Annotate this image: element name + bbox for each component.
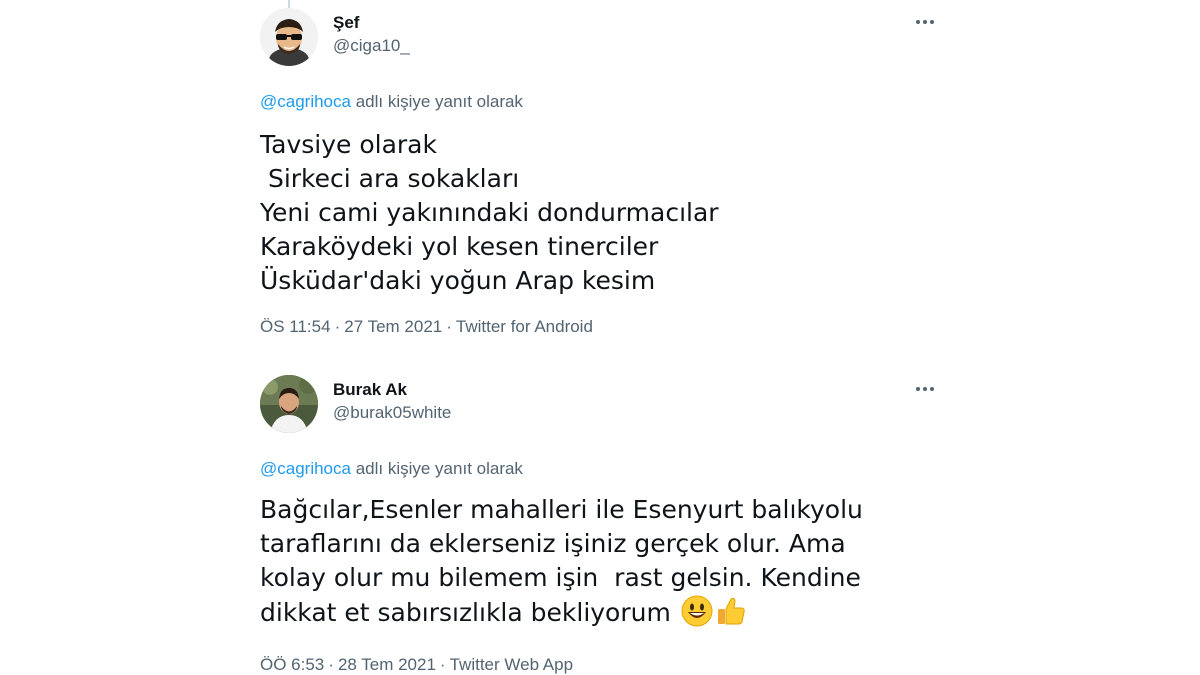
tweet-date[interactable]: 27 Tem 2021 — [344, 317, 442, 336]
avatar-sunglasses-cartoon-icon — [260, 8, 318, 66]
more-horizontal-icon — [916, 387, 920, 391]
meta-separator: · — [334, 317, 341, 336]
more-dot — [923, 20, 927, 24]
tweet-screenshot: Şef @ciga10_ @cagrihoca adlı kişiye yanı… — [0, 0, 1200, 675]
thread-connector-line — [288, 0, 290, 8]
tweet-text: Bağcılar,Esenler mahalleri ile Esenyurt … — [260, 495, 871, 627]
tweet-source[interactable]: Twitter for Android — [456, 317, 593, 336]
avatar[interactable] — [260, 8, 318, 66]
reply-mention-link[interactable]: @cagrihoca — [260, 92, 351, 111]
thumbs-up-icon — [717, 597, 745, 625]
tweet-card: Şef @ciga10_ @cagrihoca adlı kişiye yanı… — [260, 8, 950, 338]
reply-suffix-text: adlı kişiye yanıt olarak — [350, 459, 523, 478]
tweet-text: Tavsiye olarak Sirkeci ara sokakları Yen… — [260, 130, 719, 295]
tweet-metadata: ÖÖ 6:53 · 28 Tem 2021 · Twitter Web App — [260, 654, 950, 675]
author-names: Şef @ciga10_ — [333, 12, 410, 58]
meta-separator: · — [328, 655, 334, 674]
avatar-photo-icon — [260, 375, 318, 433]
tweet-header: Şef @ciga10_ — [260, 8, 950, 68]
display-name[interactable]: Şef — [333, 12, 410, 34]
meta-separator: · — [439, 655, 446, 674]
display-name[interactable]: Burak Ak — [333, 379, 451, 401]
user-handle[interactable]: @burak05white — [333, 401, 451, 425]
more-dot — [930, 387, 934, 391]
tweet-text-container: Bağcılar,Esenler mahalleri ile Esenyurt … — [260, 493, 900, 636]
user-handle[interactable]: @ciga10_ — [333, 34, 410, 58]
reply-suffix-text: adlı kişiye yanıt olarak — [350, 92, 523, 111]
reply-context: @cagrihoca adlı kişiye yanıt olarak — [260, 90, 950, 114]
tweet-date[interactable]: 28 Tem 2021 — [338, 655, 436, 674]
more-horizontal-icon — [916, 20, 920, 24]
meta-separator: · — [446, 317, 452, 336]
more-options-button[interactable] — [910, 377, 940, 401]
tweet-source[interactable]: Twitter Web App — [450, 655, 573, 674]
tweet-card: Burak Ak @burak05white @cagrihoca adlı k… — [260, 375, 950, 675]
tweet-metadata: ÖS 11:54 · 27 Tem 2021 · Twitter for Android — [260, 316, 950, 338]
author-names: Burak Ak @burak05white — [333, 379, 451, 425]
more-dot — [930, 20, 934, 24]
tweet-time[interactable]: ÖS 11:54 — [260, 317, 331, 336]
smiling-face-emoji — [681, 595, 713, 636]
more-options-button[interactable] — [910, 10, 940, 34]
reply-context: @cagrihoca adlı kişiye yanıt olarak — [260, 457, 950, 481]
reply-mention-link[interactable]: @cagrihoca — [260, 459, 351, 478]
more-dot — [923, 387, 927, 391]
avatar[interactable] — [260, 375, 318, 433]
tweet-time[interactable]: ÖÖ 6:53 — [260, 655, 324, 674]
thumbs-up-emoji — [715, 595, 747, 636]
smiling-face-icon — [681, 595, 713, 627]
tweet-header: Burak Ak @burak05white — [260, 375, 950, 435]
